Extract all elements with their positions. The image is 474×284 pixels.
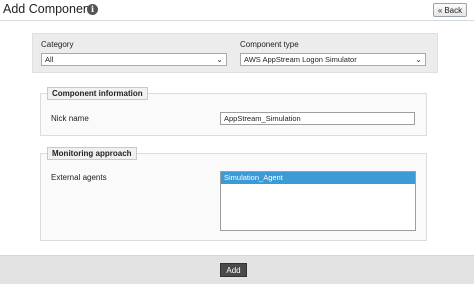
category-select[interactable]: All ⌄ bbox=[41, 53, 227, 66]
back-arrow-icon: « bbox=[437, 5, 443, 15]
info-icon[interactable]: i bbox=[87, 4, 98, 15]
external-agents-listbox[interactable]: Simulation_Agent bbox=[220, 171, 416, 231]
component-type-select-value: AWS AppStream Logon Simulator bbox=[244, 55, 357, 64]
add-button[interactable]: Add bbox=[220, 263, 247, 277]
page-header: Add Component i « Back bbox=[0, 0, 474, 22]
list-item[interactable]: Simulation_Agent bbox=[221, 172, 415, 184]
component-information-legend: Component information bbox=[47, 87, 148, 100]
component-type-label: Component type bbox=[240, 40, 299, 49]
filter-panel: Category All ⌄ Component type AWS AppStr… bbox=[32, 33, 438, 73]
external-agents-label: External agents bbox=[51, 173, 107, 182]
header-divider bbox=[0, 20, 474, 21]
footer-bar: Add bbox=[0, 255, 474, 284]
nickname-input[interactable]: AppStream_Simulation bbox=[220, 112, 415, 125]
page-title: Add Component bbox=[3, 2, 94, 16]
component-information-group: Component information Nick name AppStrea… bbox=[40, 87, 427, 136]
monitoring-approach-group: Monitoring approach External agents Simu… bbox=[40, 147, 427, 241]
back-button-label: Back bbox=[444, 5, 463, 15]
back-button[interactable]: « Back bbox=[433, 3, 467, 17]
monitoring-approach-legend: Monitoring approach bbox=[47, 147, 137, 160]
chevron-down-icon: ⌄ bbox=[216, 55, 223, 64]
category-select-value: All bbox=[45, 55, 54, 64]
nickname-label: Nick name bbox=[51, 114, 89, 123]
chevron-down-icon: ⌄ bbox=[415, 55, 422, 64]
component-type-select[interactable]: AWS AppStream Logon Simulator ⌄ bbox=[240, 53, 426, 66]
category-label: Category bbox=[41, 40, 74, 49]
